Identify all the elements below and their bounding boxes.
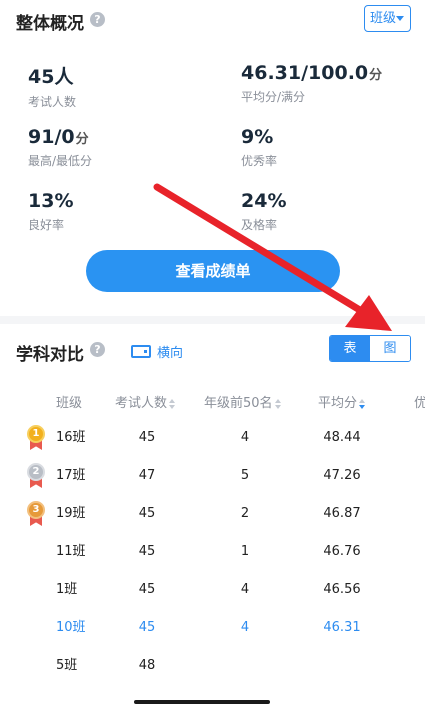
average-cell: 46.76	[323, 544, 361, 559]
exam-count-cell: 48	[138, 658, 156, 673]
sort-desc-icon	[359, 398, 366, 409]
average-cell: 48.44	[323, 430, 361, 445]
stat-pass-rate: 24% 及格率	[241, 190, 287, 233]
column-header-label: 优	[414, 396, 425, 411]
table-row[interactable]: 2 17班 47 5 47.26	[0, 457, 425, 495]
top50-cell: 4	[240, 430, 250, 445]
stat-value: 9%	[241, 126, 274, 148]
medal-rank: 3	[27, 501, 45, 519]
top50-cell: 5	[240, 468, 250, 483]
table-view-button[interactable]: 表	[330, 336, 370, 361]
table-row[interactable]: 1 16班 45 4 48.44	[0, 419, 425, 457]
landscape-label: 横向	[157, 345, 184, 361]
section-divider	[0, 316, 425, 324]
stat-label: 优秀率	[241, 154, 278, 168]
class-dropdown[interactable]: 班级	[364, 5, 411, 32]
help-icon[interactable]: ?	[90, 342, 105, 357]
column-header-excellent[interactable]: 优	[414, 392, 425, 411]
medal-rank: 1	[27, 425, 45, 443]
stat-good-rate: 13% 良好率	[28, 190, 74, 233]
column-header-label: 考试人数	[115, 396, 168, 411]
stat-value: 91/0	[28, 126, 75, 148]
table-row[interactable]: 1班 45 4 46.56	[0, 571, 425, 609]
home-indicator	[134, 700, 270, 704]
class-name-cell: 5班	[56, 658, 78, 673]
exam-count-cell: 47	[138, 468, 156, 483]
table-row[interactable]: 3 19班 45 2 46.87	[0, 495, 425, 533]
landscape-icon	[131, 344, 151, 358]
help-icon[interactable]: ?	[90, 12, 105, 27]
landscape-toggle[interactable]: 横向	[131, 343, 184, 361]
class-name-cell: 19班	[56, 506, 86, 521]
overview-title: 整体概况	[16, 14, 84, 34]
top50-cell: 2	[240, 506, 250, 521]
medal-rank: 2	[27, 463, 45, 481]
stat-exam-count: 45人 考试人数	[28, 62, 76, 110]
class-name-cell: 11班	[56, 544, 86, 559]
column-header-count[interactable]: 考试人数	[115, 392, 176, 411]
exam-count-cell: 45	[138, 544, 156, 559]
class-name-cell: 1班	[56, 582, 78, 597]
column-header-top50[interactable]: 年级前50名	[204, 392, 281, 411]
average-cell: 46.87	[323, 506, 361, 521]
column-header-class: 班级	[56, 392, 82, 411]
table-row[interactable]: 10班 45 4 46.31	[0, 609, 425, 647]
stat-value: 46.31/100.0	[241, 62, 369, 84]
stat-label: 考试人数	[28, 95, 77, 109]
view-report-button[interactable]: 查看成绩单	[86, 250, 340, 292]
average-cell: 47.26	[323, 468, 361, 483]
exam-count-cell: 45	[138, 582, 156, 597]
stat-label: 平均分/满分	[241, 90, 306, 104]
column-header-label: 班级	[56, 396, 83, 411]
top50-cell: 1	[240, 544, 250, 559]
stat-value: 13%	[28, 190, 74, 212]
view-toggle: 表 图	[329, 335, 411, 362]
bronze-medal-icon: 3	[26, 501, 46, 527]
stat-unit: 分	[369, 68, 383, 83]
exam-count-cell: 45	[138, 620, 156, 635]
sort-icon	[169, 398, 176, 409]
chevron-down-icon	[396, 16, 404, 21]
class-name-cell: 17班	[56, 468, 86, 483]
average-cell: 46.56	[323, 582, 361, 597]
stat-value: 45人	[28, 66, 74, 88]
average-cell: 46.31	[323, 620, 361, 635]
class-dropdown-label: 班级	[370, 11, 397, 26]
column-header-average[interactable]: 平均分	[318, 392, 366, 411]
table-row[interactable]: 11班 45 1 46.76	[0, 533, 425, 571]
compare-title: 学科对比	[16, 345, 84, 365]
class-name-cell: 16班	[56, 430, 86, 445]
stat-excellent-rate: 9% 优秀率	[241, 126, 277, 169]
gold-medal-icon: 1	[26, 425, 46, 451]
stat-label: 最高/最低分	[28, 154, 93, 168]
silver-medal-icon: 2	[26, 463, 46, 489]
column-header-label: 平均分	[318, 396, 358, 411]
stat-average: 46.31/100.0分 平均分/满分	[241, 62, 382, 105]
class-name-cell: 10班	[56, 620, 86, 635]
stat-label: 及格率	[241, 218, 278, 232]
top50-cell: 4	[240, 620, 250, 635]
exam-count-cell: 45	[138, 430, 156, 445]
chart-view-button[interactable]: 图	[370, 336, 410, 361]
table-row[interactable]: 5班 48	[0, 647, 425, 685]
stat-max-min: 91/0分 最高/最低分	[28, 126, 92, 169]
stat-value: 24%	[241, 190, 287, 212]
stat-label: 良好率	[28, 218, 65, 232]
exam-count-cell: 45	[138, 506, 156, 521]
column-header-label: 年级前50名	[204, 396, 273, 411]
sort-icon	[274, 398, 281, 409]
stat-unit: 分	[75, 132, 89, 147]
top50-cell: 4	[240, 582, 250, 597]
